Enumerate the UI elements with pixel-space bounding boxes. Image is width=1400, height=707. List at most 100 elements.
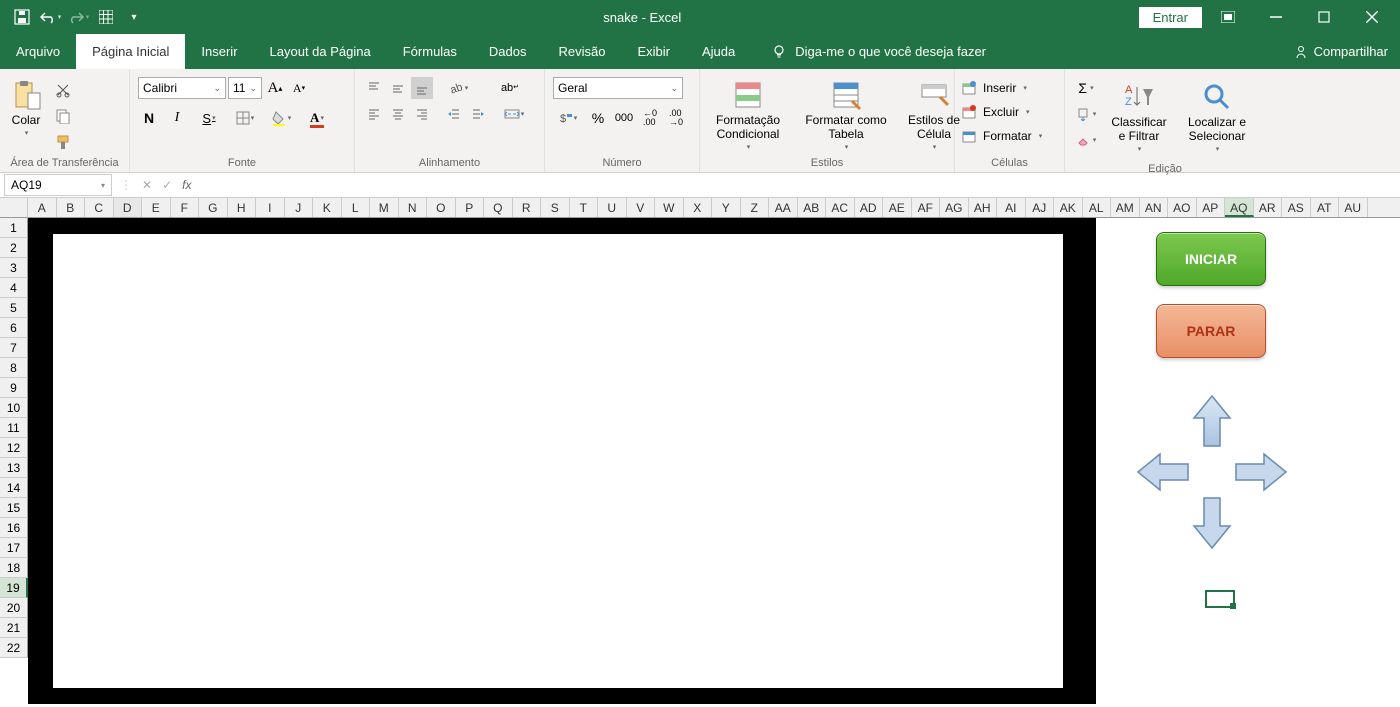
col-header-AL[interactable]: AL: [1083, 198, 1112, 217]
row-header-8[interactable]: 8: [0, 358, 28, 378]
cells-grid[interactable]: INICIAR PARAR: [28, 218, 1400, 707]
col-header-AT[interactable]: AT: [1311, 198, 1340, 217]
conditional-formatting-button[interactable]: Formatação Condicional▾: [704, 75, 792, 155]
arrow-up-button[interactable]: [1190, 394, 1234, 450]
row-header-7[interactable]: 7: [0, 338, 28, 358]
align-right-icon[interactable]: [411, 103, 433, 125]
row-header-12[interactable]: 12: [0, 438, 28, 458]
sort-filter-button[interactable]: AZ Classificar e Filtrar▾: [1103, 77, 1175, 157]
fill-icon[interactable]: ▾: [1071, 103, 1101, 125]
col-header-AK[interactable]: AK: [1054, 198, 1083, 217]
row-header-6[interactable]: 6: [0, 318, 28, 338]
row-header-18[interactable]: 18: [0, 558, 28, 578]
col-header-AB[interactable]: AB: [798, 198, 827, 217]
col-header-F[interactable]: F: [171, 198, 200, 217]
start-button[interactable]: INICIAR: [1156, 232, 1266, 286]
tab-formulas[interactable]: Fórmulas: [387, 34, 473, 69]
col-header-AS[interactable]: AS: [1282, 198, 1311, 217]
align-center-icon[interactable]: [387, 103, 409, 125]
col-header-S[interactable]: S: [541, 198, 570, 217]
qat-grid-icon[interactable]: [94, 5, 118, 29]
row-header-4[interactable]: 4: [0, 278, 28, 298]
italic-button[interactable]: I: [166, 107, 188, 129]
number-format-combo[interactable]: Geral⌄: [553, 77, 683, 99]
col-header-AN[interactable]: AN: [1140, 198, 1169, 217]
col-header-R[interactable]: R: [513, 198, 542, 217]
decrease-decimal-icon[interactable]: .00→0: [665, 107, 687, 129]
align-middle-icon[interactable]: [387, 77, 409, 99]
format-cells-button[interactable]: Formatar▾: [961, 125, 1042, 147]
percent-icon[interactable]: %: [587, 107, 609, 129]
align-bottom-icon[interactable]: [411, 77, 433, 99]
select-all-corner[interactable]: [0, 198, 28, 218]
row-header-13[interactable]: 13: [0, 458, 28, 478]
orientation-icon[interactable]: ab▾: [443, 77, 473, 99]
col-header-L[interactable]: L: [342, 198, 371, 217]
decrease-indent-icon[interactable]: [443, 103, 465, 125]
row-header-17[interactable]: 17: [0, 538, 28, 558]
col-header-Y[interactable]: Y: [712, 198, 741, 217]
row-header-19[interactable]: 19: [0, 578, 28, 598]
increase-indent-icon[interactable]: [467, 103, 489, 125]
share-button[interactable]: Compartilhar: [1294, 34, 1400, 69]
col-header-AR[interactable]: AR: [1254, 198, 1283, 217]
copy-icon[interactable]: [52, 105, 74, 127]
row-header-3[interactable]: 3: [0, 258, 28, 278]
col-header-AC[interactable]: AC: [826, 198, 855, 217]
fx-icon[interactable]: fx: [182, 178, 191, 192]
fill-color-icon[interactable]: ▾: [266, 107, 296, 129]
ribbon-display-options-icon[interactable]: [1206, 3, 1250, 31]
col-header-AP[interactable]: AP: [1197, 198, 1226, 217]
align-left-icon[interactable]: [363, 103, 385, 125]
bold-button[interactable]: N: [138, 107, 160, 129]
increase-font-icon[interactable]: A▴: [264, 77, 286, 99]
tab-help[interactable]: Ajuda: [686, 34, 751, 69]
row-header-20[interactable]: 20: [0, 598, 28, 618]
col-header-Q[interactable]: Q: [484, 198, 513, 217]
row-header-9[interactable]: 9: [0, 378, 28, 398]
stop-button[interactable]: PARAR: [1156, 304, 1266, 358]
minimize-icon[interactable]: [1254, 3, 1298, 31]
col-header-D[interactable]: D: [114, 198, 143, 217]
font-size-combo[interactable]: 11⌄: [228, 77, 262, 99]
col-header-H[interactable]: H: [228, 198, 257, 217]
col-header-AO[interactable]: AO: [1168, 198, 1197, 217]
autosum-icon[interactable]: Σ▾: [1071, 77, 1101, 99]
increase-decimal-icon[interactable]: ←0.00: [639, 107, 661, 129]
row-header-1[interactable]: 1: [0, 218, 28, 238]
tab-layout[interactable]: Layout da Página: [254, 34, 387, 69]
cut-icon[interactable]: [52, 79, 74, 101]
col-header-AF[interactable]: AF: [912, 198, 941, 217]
col-header-AI[interactable]: AI: [997, 198, 1026, 217]
row-header-21[interactable]: 21: [0, 618, 28, 638]
qat-customize-icon[interactable]: ▾: [122, 5, 146, 29]
find-select-button[interactable]: Localizar e Selecionar▾: [1177, 77, 1257, 157]
col-header-O[interactable]: O: [427, 198, 456, 217]
enter-formula-icon[interactable]: ✓: [162, 178, 172, 192]
tab-data[interactable]: Dados: [473, 34, 543, 69]
comma-style-icon[interactable]: 000: [613, 107, 635, 129]
row-header-5[interactable]: 5: [0, 298, 28, 318]
col-header-C[interactable]: C: [85, 198, 114, 217]
col-header-W[interactable]: W: [655, 198, 684, 217]
col-header-AH[interactable]: AH: [969, 198, 998, 217]
delete-cells-button[interactable]: Excluir▾: [961, 101, 1030, 123]
format-as-table-button[interactable]: Formatar como Tabela▾: [796, 75, 896, 155]
decrease-font-icon[interactable]: A▾: [288, 77, 310, 99]
save-icon[interactable]: [10, 5, 34, 29]
col-header-I[interactable]: I: [256, 198, 285, 217]
col-header-AJ[interactable]: AJ: [1026, 198, 1055, 217]
signin-button[interactable]: Entrar: [1139, 7, 1202, 28]
cancel-formula-icon[interactable]: ✕: [142, 178, 152, 192]
merge-center-icon[interactable]: ▾: [499, 103, 529, 125]
row-header-2[interactable]: 2: [0, 238, 28, 258]
tab-insert[interactable]: Inserir: [185, 34, 253, 69]
col-header-AA[interactable]: AA: [769, 198, 798, 217]
col-header-T[interactable]: T: [570, 198, 599, 217]
col-header-Z[interactable]: Z: [741, 198, 770, 217]
col-header-E[interactable]: E: [142, 198, 171, 217]
arrow-right-button[interactable]: [1232, 450, 1288, 494]
col-header-AE[interactable]: AE: [883, 198, 912, 217]
col-header-J[interactable]: J: [285, 198, 314, 217]
redo-icon[interactable]: ▾: [66, 5, 90, 29]
